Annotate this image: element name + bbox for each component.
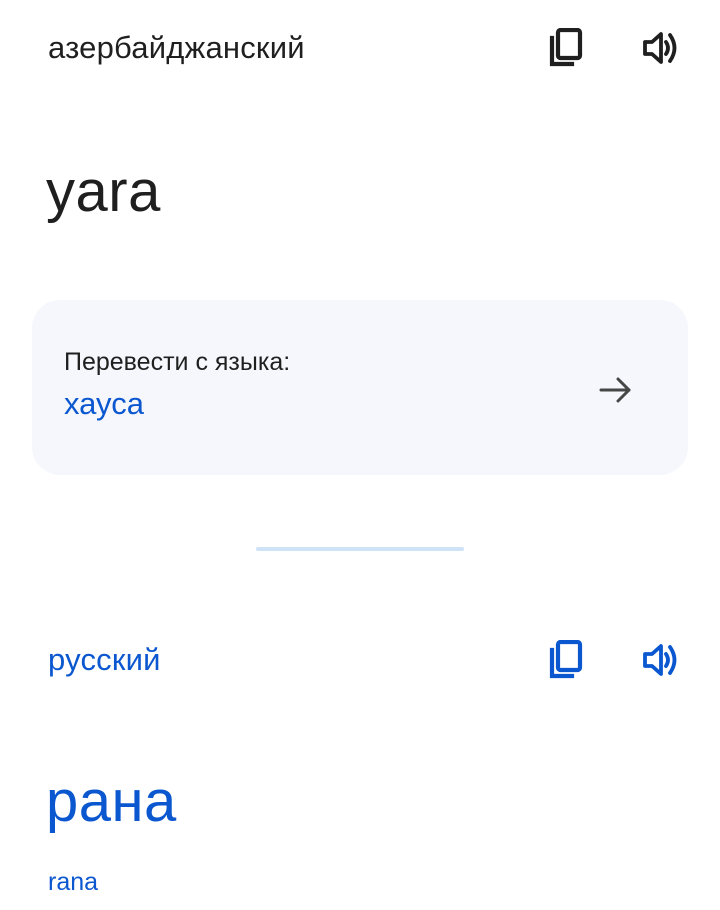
target-copy-button[interactable]	[544, 638, 588, 682]
source-speak-button[interactable]	[640, 26, 684, 70]
arrow-right-icon	[594, 368, 638, 412]
source-language-label: азербайджанский	[48, 30, 305, 65]
speaker-icon	[642, 642, 682, 678]
translated-text: рана	[46, 769, 177, 834]
speaker-icon	[642, 30, 682, 66]
transliteration-text: rana	[48, 868, 99, 896]
copy-icon	[548, 640, 584, 680]
translate-from-card[interactable]: Перевести с языка: хауса	[32, 300, 688, 475]
detected-language: хауса	[64, 386, 144, 421]
source-text[interactable]: yara	[46, 158, 161, 225]
section-divider	[256, 547, 464, 551]
translate-from-label: Перевести с языка:	[64, 348, 291, 376]
target-speak-button[interactable]	[640, 638, 684, 682]
copy-icon	[548, 28, 584, 68]
source-copy-button[interactable]	[544, 26, 588, 70]
translation-screen: азербайджанский yara Перевести с языка: …	[0, 0, 720, 910]
target-language-label: русский	[48, 642, 161, 677]
